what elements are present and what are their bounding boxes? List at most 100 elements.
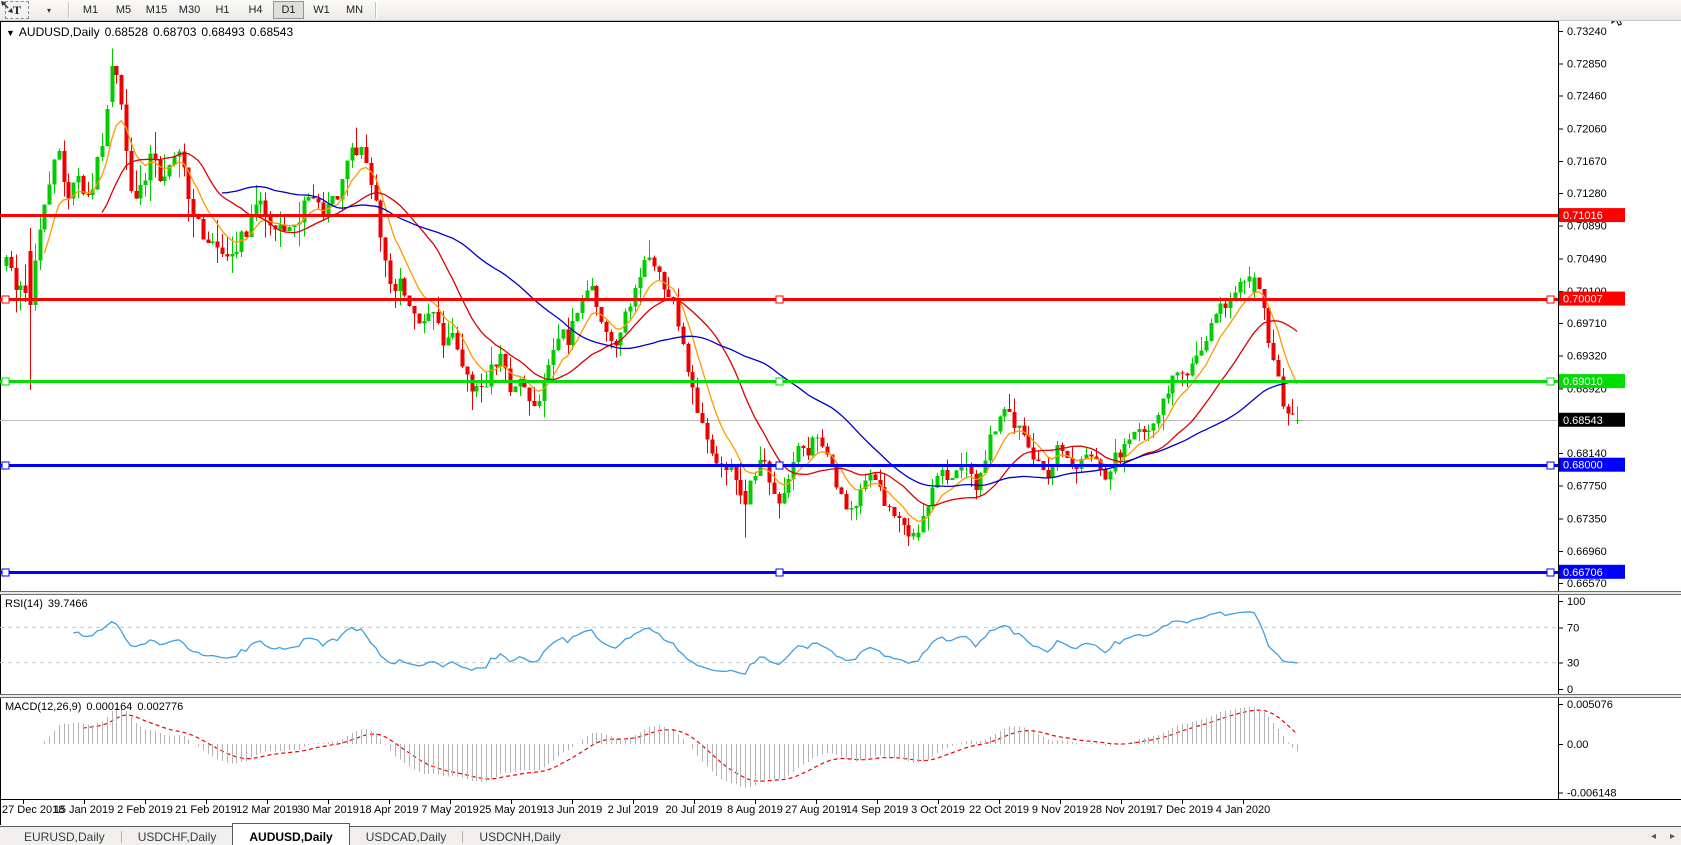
svg-text:0.71016: 0.71016 — [1563, 210, 1603, 222]
line-handle — [775, 461, 784, 470]
date-label: 15 Jan 2019 — [54, 804, 115, 816]
macd-signal-value: 0.002776 — [137, 701, 184, 713]
tab-usdchf-daily[interactable]: USDCHF,Daily — [122, 827, 233, 845]
timeframe-button-MN[interactable]: MN — [339, 1, 370, 19]
ma-line-45 — [221, 185, 1298, 488]
date-label: 8 Aug 2019 — [727, 804, 783, 816]
macd-name: MACD(12,26,9) — [5, 701, 82, 713]
candles — [4, 48, 1300, 546]
timeframe-button-M15[interactable]: M15 — [141, 1, 172, 19]
price-tick-label: 0.72060 — [1567, 124, 1607, 136]
line-handle — [1, 461, 10, 470]
tab-scroll-right-icon[interactable]: ▸ — [1670, 831, 1675, 842]
horizontal-line-0.66706[interactable] — [0, 568, 1558, 577]
price-line-label-0.71016: 0.71016 — [1559, 208, 1625, 223]
timeframe-button-W1[interactable]: W1 — [306, 1, 337, 19]
ohlc-open: 0.68528 — [104, 25, 148, 39]
date-label: 3 Oct 2019 — [911, 804, 965, 816]
ma-line-8 — [43, 119, 1298, 523]
rsi-scale-label: 100 — [1567, 596, 1585, 608]
price-line-label-0.68000: 0.68000 — [1559, 457, 1625, 472]
mt4-window: { "toolbar": { "text_tool_label": "T", "… — [0, 0, 1681, 845]
line-handle — [775, 295, 784, 304]
line-handle — [1, 295, 10, 304]
price-tick-label: 0.69710 — [1567, 318, 1607, 330]
line-handle — [1546, 461, 1555, 470]
price-tick-label: 0.71670 — [1567, 156, 1607, 168]
toolbar-separator — [68, 2, 70, 18]
price-tick-label: 0.66570 — [1567, 578, 1607, 590]
price-axis[interactable]: 0.73240 0.72850 0.72460 0.72060 0.71670 0.712… — [1558, 26, 1607, 590]
price-tick-label: 0.72850 — [1567, 58, 1607, 70]
line-handle — [1546, 295, 1555, 304]
panel-splitter[interactable] — [0, 591, 1681, 595]
svg-text:0.68000: 0.68000 — [1563, 460, 1603, 472]
date-label: 17 Dec 2019 — [1151, 804, 1213, 816]
macd-scale-label: 0.00 — [1567, 739, 1588, 751]
chevron-down-icon: ▾ — [46, 5, 51, 15]
macd-signal-line — [82, 709, 1298, 782]
horizontal-line-0.69010[interactable] — [0, 377, 1558, 386]
line-handle — [775, 377, 784, 386]
horizontal-line-0.68000[interactable] — [0, 461, 1558, 470]
price-line-label-0.70007: 0.70007 — [1559, 291, 1625, 306]
timeframe-button-H1[interactable]: H1 — [207, 1, 238, 19]
current-price-label: 0.68543 — [1559, 412, 1625, 427]
tab-scroll-buttons: ◂ ▸ — [1651, 827, 1675, 845]
ohlc-low: 0.68493 — [201, 25, 245, 39]
cursor-tool-button[interactable]: ▾ — [1, 1, 63, 18]
tab-scroll-left-icon[interactable]: ◂ — [1651, 831, 1656, 842]
tab-audusd-daily[interactable]: AUDUSD,Daily — [232, 823, 350, 845]
price-line-label-0.69010: 0.69010 — [1559, 374, 1625, 389]
date-label: 7 May 2019 — [421, 804, 478, 816]
date-label: 14 Sep 2019 — [846, 804, 908, 816]
line-handle — [1, 377, 10, 386]
price-tick-label: 0.71280 — [1567, 188, 1607, 200]
line-handle — [1, 568, 10, 577]
macd-indicator-label: MACD(12,26,9) 0.000164 0.002776 — [5, 701, 188, 713]
price-tick-label: 0.72460 — [1567, 91, 1607, 103]
chart-frame — [0, 21, 1681, 825]
macd-main-value: 0.000164 — [86, 701, 133, 713]
chart-canvas[interactable]: 0.73240 0.72850 0.72460 0.72060 0.71670 0.712… — [0, 0, 1681, 845]
rsi-line — [73, 611, 1298, 675]
toolbar: T ▾ M1 M5 M15 M30 H1 H4 D1 W1 MN — [0, 0, 1681, 21]
tab-usdcad-daily[interactable]: USDCAD,Daily — [350, 827, 463, 845]
date-label: 18 Apr 2019 — [359, 804, 418, 816]
ohlc-close: 0.68543 — [249, 25, 294, 39]
tab-eurusd-daily[interactable]: EURUSD,Daily — [8, 827, 121, 845]
timeframe-button-D1[interactable]: D1 — [273, 1, 304, 19]
macd-panel: 0.005076 0.00 -0.006148 — [82, 699, 1617, 799]
timeframe-button-M30[interactable]: M30 — [174, 1, 205, 19]
tab-usdcnh-daily[interactable]: USDCNH,Daily — [463, 827, 576, 845]
price-tick-label: 0.70490 — [1567, 254, 1607, 266]
horizontal-line-0.70007[interactable] — [0, 295, 1558, 304]
svg-text:0.69010: 0.69010 — [1563, 376, 1603, 388]
rsi-scale-label: 70 — [1567, 622, 1579, 634]
timeframe-button-H4[interactable]: H4 — [240, 1, 271, 19]
price-tick-label: 0.67750 — [1567, 480, 1607, 492]
date-label: 27 Aug 2019 — [785, 804, 847, 816]
price-line-label-0.66706: 0.66706 — [1559, 564, 1625, 579]
rsi-scale-label: 30 — [1567, 658, 1579, 670]
date-label: 13 Jun 2019 — [542, 804, 603, 816]
line-handle — [1546, 568, 1555, 577]
panel-splitter[interactable] — [0, 694, 1681, 698]
date-axis[interactable]: 27 Dec 201815 Jan 2019 2 Feb 2019 21 Feb 2… — [2, 799, 1270, 816]
price-tick-label: 0.70890 — [1567, 221, 1607, 233]
macd-scale-label: 0.005076 — [1567, 699, 1613, 711]
price-tick-label: 0.66960 — [1567, 546, 1607, 558]
timeframe-button-M1[interactable]: M1 — [75, 1, 106, 19]
date-label: 30 Mar 2019 — [297, 804, 359, 816]
macd-histogram — [44, 706, 1298, 789]
tabs-container: EURUSD,Daily USDCHF,Daily AUDUSD,Daily USDC… — [8, 823, 577, 845]
ohlc-high: 0.68703 — [153, 25, 197, 39]
rsi-name: RSI(14) — [5, 598, 43, 610]
rsi-scale-label: 0 — [1567, 684, 1573, 696]
timeframe-group: M1 M5 M15 M30 H1 H4 D1 W1 MN — [75, 1, 370, 19]
rsi-indicator-label: RSI(14) 39.7466 — [5, 598, 93, 610]
date-label: 2 Feb 2019 — [117, 804, 173, 816]
svg-text:0.66706: 0.66706 — [1563, 567, 1603, 579]
title-collapse-icon[interactable]: ▼ — [6, 28, 15, 38]
timeframe-button-M5[interactable]: M5 — [108, 1, 139, 19]
